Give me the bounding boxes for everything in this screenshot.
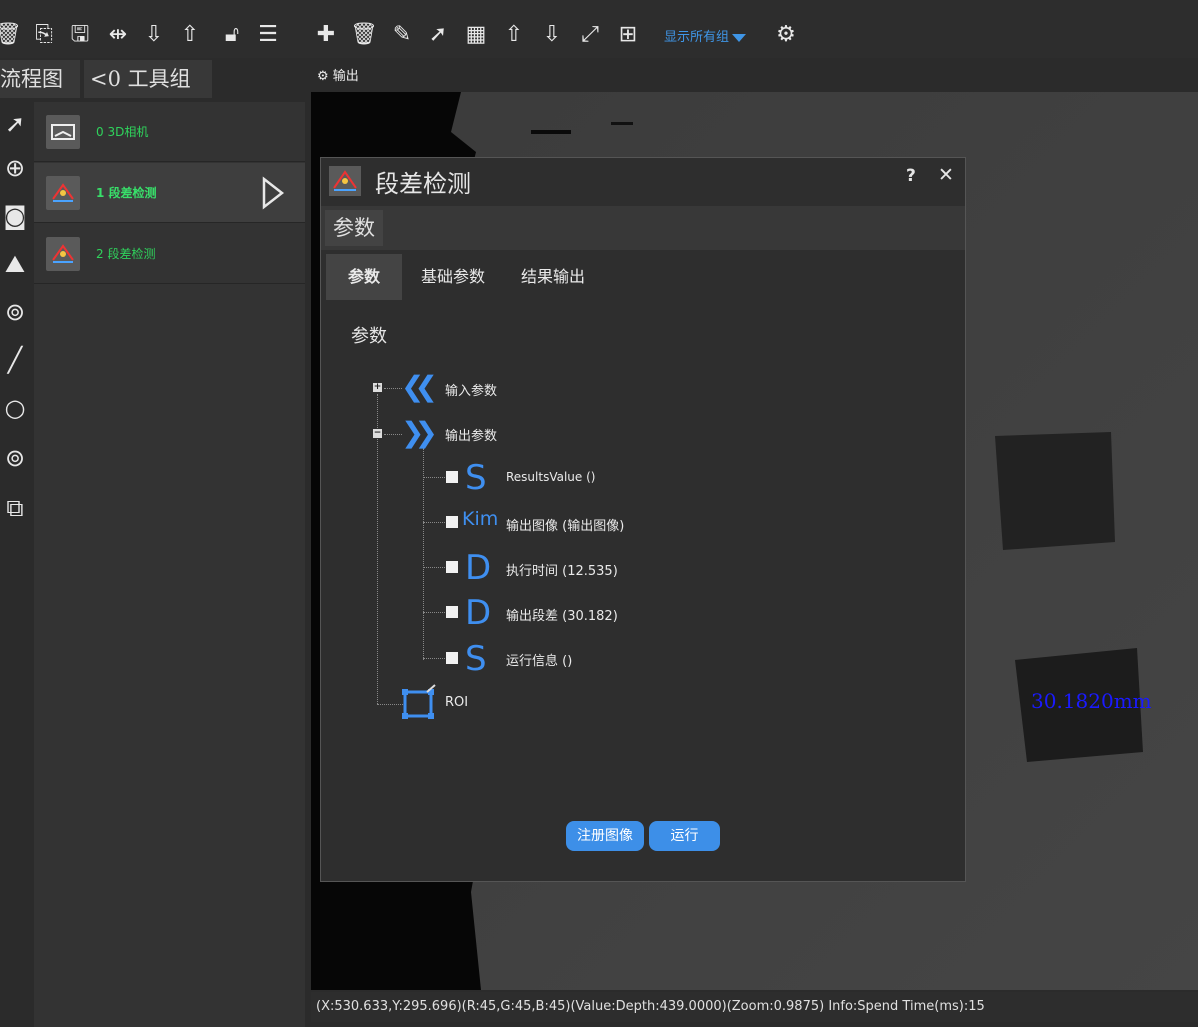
gear-icon: ⚙: [317, 69, 329, 84]
show-groups-dropdown[interactable]: 显示所有组: [664, 26, 747, 45]
output-label: 输出: [332, 69, 359, 84]
chevrons-right-icon: ❯❯: [401, 416, 438, 449]
status-bar: (X:530.633,Y:295.696)(R:45,G:45,B:45)(Va…: [311, 992, 1198, 1022]
string-type-icon: S: [465, 458, 487, 498]
trash-icon[interactable]: 🗑: [350, 21, 378, 49]
tree-line: [423, 612, 445, 613]
string-type-icon: S: [465, 639, 487, 679]
play-icon[interactable]: [260, 175, 286, 211]
add-icon[interactable]: ✚: [312, 21, 340, 49]
tab-basic-params[interactable]: 基础参数: [399, 254, 507, 300]
line-icon[interactable]: ╱: [0, 344, 30, 376]
roi-icon: [402, 684, 436, 719]
tab-params[interactable]: 参数: [326, 254, 403, 300]
save-icon[interactable]: 🖫: [66, 21, 94, 49]
tree-line: [377, 394, 378, 704]
arrow-down-icon[interactable]: ⇩: [538, 21, 566, 49]
output-title: ⚙ 输出: [317, 65, 359, 84]
status-text: (X:530.633,Y:295.696)(R:45,G:45,B:45)(Va…: [316, 999, 985, 1014]
tree-node-output[interactable]: 输出图像 (输出图像): [506, 515, 624, 534]
double-type-icon: D: [465, 548, 492, 588]
crosshair-circle-icon[interactable]: ⊕: [0, 152, 30, 184]
split-icon[interactable]: ⇹: [104, 21, 132, 49]
pointer-icon[interactable]: ➚: [0, 108, 30, 140]
section-title: 参数: [351, 326, 387, 347]
register-image-button[interactable]: 注册图像: [566, 821, 644, 851]
step-detect-icon: [46, 176, 80, 210]
arrow-down-icon[interactable]: ⇩: [140, 21, 168, 49]
tree-line: [384, 388, 402, 389]
list-item[interactable]: 0 3D相机: [34, 102, 305, 162]
grid-icon[interactable]: ⊞: [614, 21, 642, 49]
checkbox[interactable]: [446, 516, 458, 528]
resize-icon[interactable]: ⤢: [576, 21, 604, 49]
double-type-icon: D: [465, 593, 492, 633]
tab-result-output[interactable]: 结果输出: [499, 254, 607, 300]
close-button[interactable]: ✕: [938, 164, 954, 186]
copy-icon[interactable]: ⎘: [30, 21, 58, 49]
tree-line: [423, 567, 445, 568]
arrow-up-icon[interactable]: ⇧: [176, 21, 204, 49]
measure-label: 30.1820mm: [1031, 689, 1152, 713]
target-icon[interactable]: ⊚: [0, 442, 30, 474]
checkbox[interactable]: [446, 652, 458, 664]
checkbox[interactable]: [446, 606, 458, 618]
step-detect-icon: [46, 237, 80, 271]
dialog-title: 段差检测: [375, 170, 471, 198]
step-detect-icon: [329, 166, 361, 196]
target-icon[interactable]: ⊚: [0, 296, 30, 328]
help-button[interactable]: ?: [906, 166, 916, 186]
tool-strip: ➚ ⊕ ◙ ⛰ ⊚ ╱ ○ ⊚ ⧉: [0, 100, 32, 1027]
show-groups-label: 显示所有组: [664, 30, 730, 45]
image-region-icon[interactable]: ◙: [0, 200, 30, 232]
dialog-param-row: 参数: [321, 206, 965, 250]
param-chip[interactable]: 参数: [325, 210, 383, 246]
image-icon[interactable]: ⛰: [0, 248, 30, 280]
chevron-down-icon: [732, 33, 747, 42]
shapes-icon[interactable]: ⧉: [0, 492, 30, 524]
tree-line: [423, 448, 424, 660]
tree-line: [423, 658, 445, 659]
tree-line: [423, 522, 445, 523]
calculator-icon[interactable]: ▦: [462, 21, 490, 49]
tree-line: [384, 434, 402, 435]
arrow-up-icon[interactable]: ⇧: [500, 21, 528, 49]
list-item-label: 2 段差检测: [96, 247, 156, 261]
tree-node-roi[interactable]: ROI: [445, 695, 468, 710]
gear-icon[interactable]: ⚙: [772, 21, 800, 49]
collapse-toggle[interactable]: −: [373, 429, 382, 438]
camera-icon: [46, 115, 80, 149]
tree-node-output-params[interactable]: 输出参数: [445, 425, 497, 444]
brush-icon[interactable]: ✎: [388, 21, 416, 49]
step-detect-dialog: 段差检测 ? ✕ 参数 参数 基础参数 结果输出 参数 + ❮❮ 输入参数 − …: [320, 157, 966, 882]
run-button[interactable]: 运行: [649, 821, 720, 851]
output-header: ⚙ 输出: [311, 58, 1198, 92]
tree-node-output[interactable]: ResultsValue (): [506, 470, 595, 484]
tab-flowchart[interactable]: 流程图: [0, 60, 80, 98]
unlock-icon[interactable]: 🔓︎: [218, 21, 246, 49]
chevrons-left-icon: ❮❮: [401, 370, 438, 403]
tab-toolgroup[interactable]: <0 工具组: [84, 60, 212, 98]
image-type-icon: Kim: [462, 508, 499, 530]
list-item-label: 1 段差检测: [96, 186, 157, 200]
list-item[interactable]: 1 段差检测: [34, 163, 305, 223]
delete-icon[interactable]: 🗑: [0, 21, 22, 49]
expand-toggle[interactable]: +: [373, 383, 382, 392]
tree-node-input-params[interactable]: 输入参数: [445, 380, 497, 399]
tree-node-output[interactable]: 执行时间 (12.535): [506, 560, 618, 579]
list-item-label: 0 3D相机: [96, 125, 149, 139]
menu-icon[interactable]: ☰: [254, 21, 282, 49]
checkbox[interactable]: [446, 471, 458, 483]
tree-line: [423, 477, 445, 478]
pointer-icon[interactable]: ➚: [424, 21, 452, 49]
main-toolbar: 🗑 ⎘ 🖫 ⇹ ⇩ ⇧ 🔓︎ ☰ ✚ 🗑 ✎ ➚ ▦ ⇧ ⇩ ⤢ ⊞ 显示所有组…: [0, 0, 1198, 58]
circle-icon[interactable]: ○: [0, 392, 30, 424]
checkbox[interactable]: [446, 561, 458, 573]
tree-line: [377, 704, 403, 705]
flow-list: 0 3D相机 1 段差检测 2 段差检测: [34, 102, 305, 1027]
tree-node-output[interactable]: 运行信息 (): [506, 650, 572, 669]
tree-node-output[interactable]: 输出段差 (30.182): [506, 605, 618, 624]
list-item[interactable]: 2 段差检测: [34, 224, 305, 284]
